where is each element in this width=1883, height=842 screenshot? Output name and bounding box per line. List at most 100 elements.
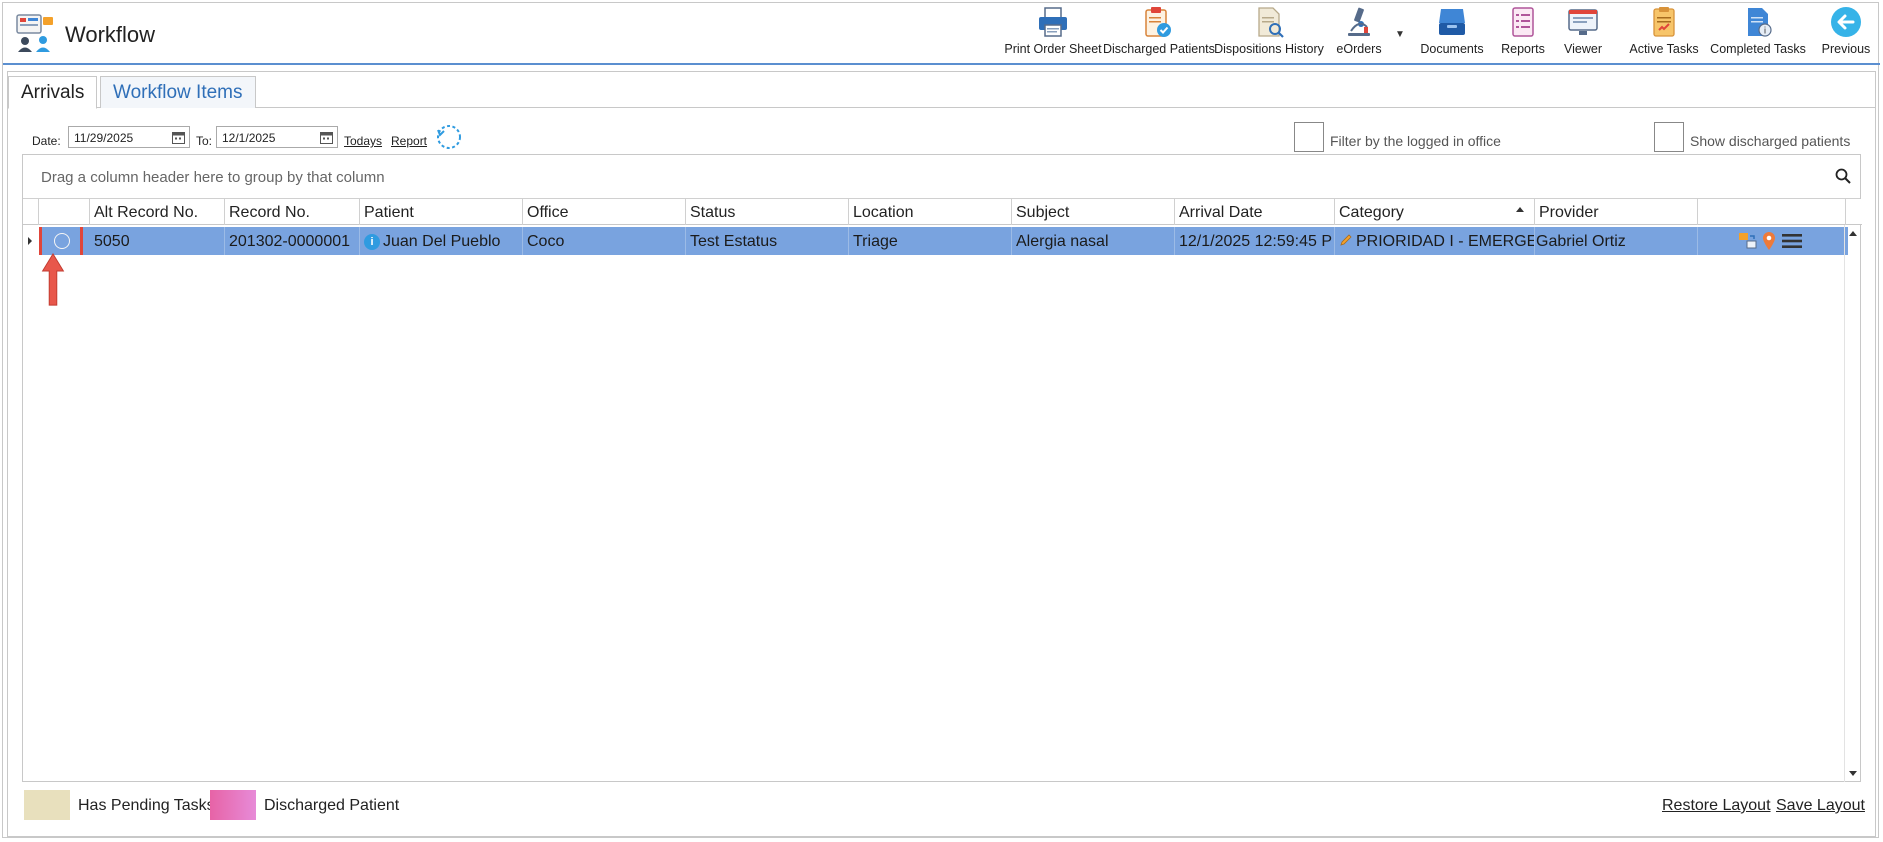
eorders-dropdown-caret-icon[interactable]: ▼ [1395,29,1405,40]
arrivals-grid: Drag a column header here to group by th… [22,154,1862,782]
header-actions-col [1698,199,1846,225]
cell-status: Test Estatus [686,227,849,255]
filter-bar: Date: 11/29/2025 To: 12/1/2025 Todays Re… [8,122,1875,158]
patient-name: Juan Del Pueblo [383,233,501,250]
table-row[interactable]: 5050 201302-0000001 i Juan Del Pueblo Coc… [39,227,1848,255]
clipboard-check-icon [1145,7,1171,37]
date-label: Date: [32,134,61,148]
header-office[interactable]: Office [523,199,686,225]
active-tasks-label: Active Tasks [1629,42,1699,56]
show-discharged-label: Show discharged patients [1690,133,1851,149]
microscope-icon [1348,7,1370,36]
reports-label: Reports [1501,42,1545,56]
workflow-app-icon [16,14,53,52]
header-provider[interactable]: Provider [1535,199,1698,225]
row-expand-arrow-icon[interactable] [28,237,32,245]
previous-label: Previous [1821,42,1871,56]
cell-office: Coco [523,227,686,255]
group-by-panel[interactable]: Drag a column header here to group by th… [23,155,1860,199]
printer-icon [1039,7,1067,37]
print-order-sheet-button[interactable]: Print Order Sheet [1003,5,1103,61]
back-arrow-icon [1831,7,1861,37]
date-from-value: 11/29/2025 [74,131,134,145]
location-pin-icon[interactable] [1762,231,1776,251]
show-discharged-checkbox[interactable] [1654,122,1684,152]
eorders-label: eOrders [1336,42,1382,56]
page-title: Workflow [65,22,156,47]
monitor-viewer-icon [1568,9,1598,35]
header-category-label: Category [1339,204,1404,221]
date-from-field[interactable]: 11/29/2025 [68,126,190,148]
cell-row-actions [1698,227,1848,255]
eorders-button[interactable]: eOrders [1331,5,1387,61]
todays-link[interactable]: Todays [344,134,382,148]
patient-info-icon[interactable]: i [364,234,380,250]
active-tasks-icon [1653,7,1675,37]
transfer-icon[interactable] [1738,232,1758,250]
header-patient[interactable]: Patient [360,199,523,225]
highlight-box [39,227,83,255]
viewer-label: Viewer [1564,42,1602,56]
reports-button[interactable]: Reports [1491,5,1555,61]
active-tasks-button[interactable]: Active Tasks [1619,5,1709,61]
header-bar: Workflow Print Order Sheet Discharged Pa [3,3,1880,65]
header-select-col[interactable] [39,199,90,225]
discharged-patient-label: Discharged Patient [264,797,400,814]
viewer-button[interactable]: Viewer [1553,5,1613,61]
inbox-tray-icon [1439,9,1465,35]
cell-patient: i Juan Del Pueblo [360,227,523,255]
cell-alt-record-no: 5050 [90,227,225,255]
report-link[interactable]: Report [391,134,427,148]
row-select-cell[interactable] [39,227,90,255]
header-subject[interactable]: Subject [1012,199,1175,225]
cell-provider: Gabriel Ortiz [1535,227,1698,255]
refresh-icon[interactable] [434,122,464,152]
date-to-value: 12/1/2025 [222,131,276,145]
header-record-no[interactable]: Record No. [225,199,360,225]
pending-tasks-label: Has Pending Tasks [78,797,215,814]
filter-logged-office-label: Filter by the logged in office [1330,133,1501,149]
filter-logged-office-checkbox[interactable] [1294,122,1324,152]
discharged-patients-button[interactable]: Discharged Patients [1103,5,1215,61]
date-to-field[interactable]: 12/1/2025 [216,126,338,148]
workflow-window: Workflow Print Order Sheet Discharged Pa [2,2,1880,838]
scroll-down-arrow-icon[interactable] [1849,771,1857,776]
header-alt-record-no[interactable]: Alt Record No. [90,199,225,225]
report-list-icon [1512,7,1534,37]
vertical-scrollbar[interactable] [1844,225,1860,782]
to-label: To: [196,134,213,148]
calendar-icon[interactable] [172,131,185,144]
calendar-icon[interactable] [320,131,333,144]
discharged-patient-swatch [210,790,256,820]
svg-text:i: i [1764,27,1767,37]
header-category[interactable]: Category [1335,199,1535,225]
search-icon[interactable] [1834,167,1852,185]
tab-workflow-items[interactable]: Workflow Items [100,76,256,108]
cell-subject: Alergia nasal [1012,227,1175,255]
header-expander-col [23,199,39,225]
pencil-icon [1340,234,1352,246]
restore-layout-link[interactable]: Restore Layout [1662,797,1771,815]
header-status[interactable]: Status [686,199,849,225]
header-arrival-date[interactable]: Arrival Date [1175,199,1335,225]
sort-ascending-icon [1516,207,1524,212]
discharged-patients-label: Discharged Patients [1103,42,1215,56]
documents-button[interactable]: Documents [1411,5,1493,61]
pending-tasks-swatch [24,790,70,820]
cell-category: PRIORIDAD I - EMERGEN [1335,227,1535,255]
dispositions-history-button[interactable]: Dispositions History [1213,5,1325,61]
dispositions-history-label: Dispositions History [1214,42,1324,56]
header-location[interactable]: Location [849,199,1012,225]
hamburger-menu-icon[interactable] [1782,233,1802,249]
tab-strip: Arrivals Workflow Items [8,72,1875,109]
group-by-hint: Drag a column header here to group by th… [41,169,385,186]
previous-button[interactable]: Previous [1817,5,1875,61]
tab-arrivals[interactable]: Arrivals [8,76,98,109]
save-layout-link[interactable]: Save Layout [1776,797,1865,815]
row-select-radio[interactable] [54,233,70,249]
cell-record-no: 201302-0000001 [225,227,360,255]
annotation-arrow-icon [41,252,65,306]
completed-tasks-button[interactable]: i Completed Tasks [1707,5,1809,61]
category-value: PRIORIDAD I - EMERGEN [1356,233,1535,250]
scroll-up-arrow-icon[interactable] [1849,231,1857,236]
